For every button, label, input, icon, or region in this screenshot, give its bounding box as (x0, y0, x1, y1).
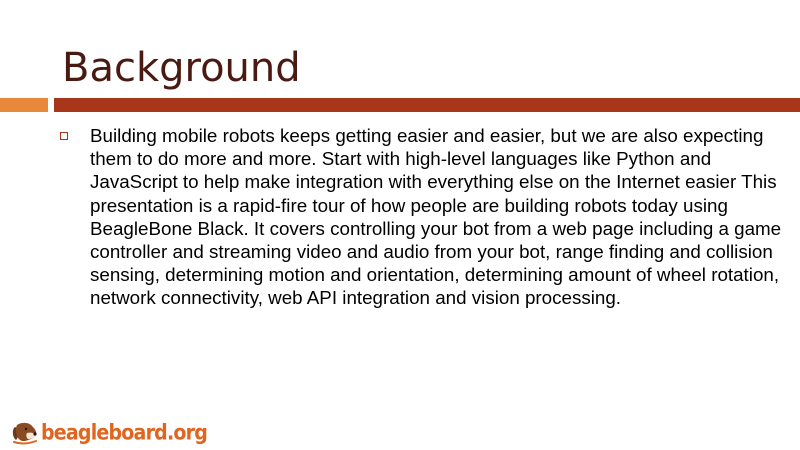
title-rule (54, 98, 800, 112)
logo-text: beagleboard.org (41, 420, 208, 446)
bullet-list: Building mobile robots keeps getting eas… (58, 124, 788, 310)
beagleboard-logo: beagleboard.org (12, 418, 208, 448)
bullet-item: Building mobile robots keeps getting eas… (58, 124, 788, 310)
square-bullet-icon (60, 132, 68, 140)
beagle-dog-icon (12, 422, 37, 445)
title-rule-accent (0, 98, 48, 112)
slide-title: Background (62, 45, 301, 91)
bullet-text: Building mobile robots keeps getting eas… (90, 125, 782, 309)
